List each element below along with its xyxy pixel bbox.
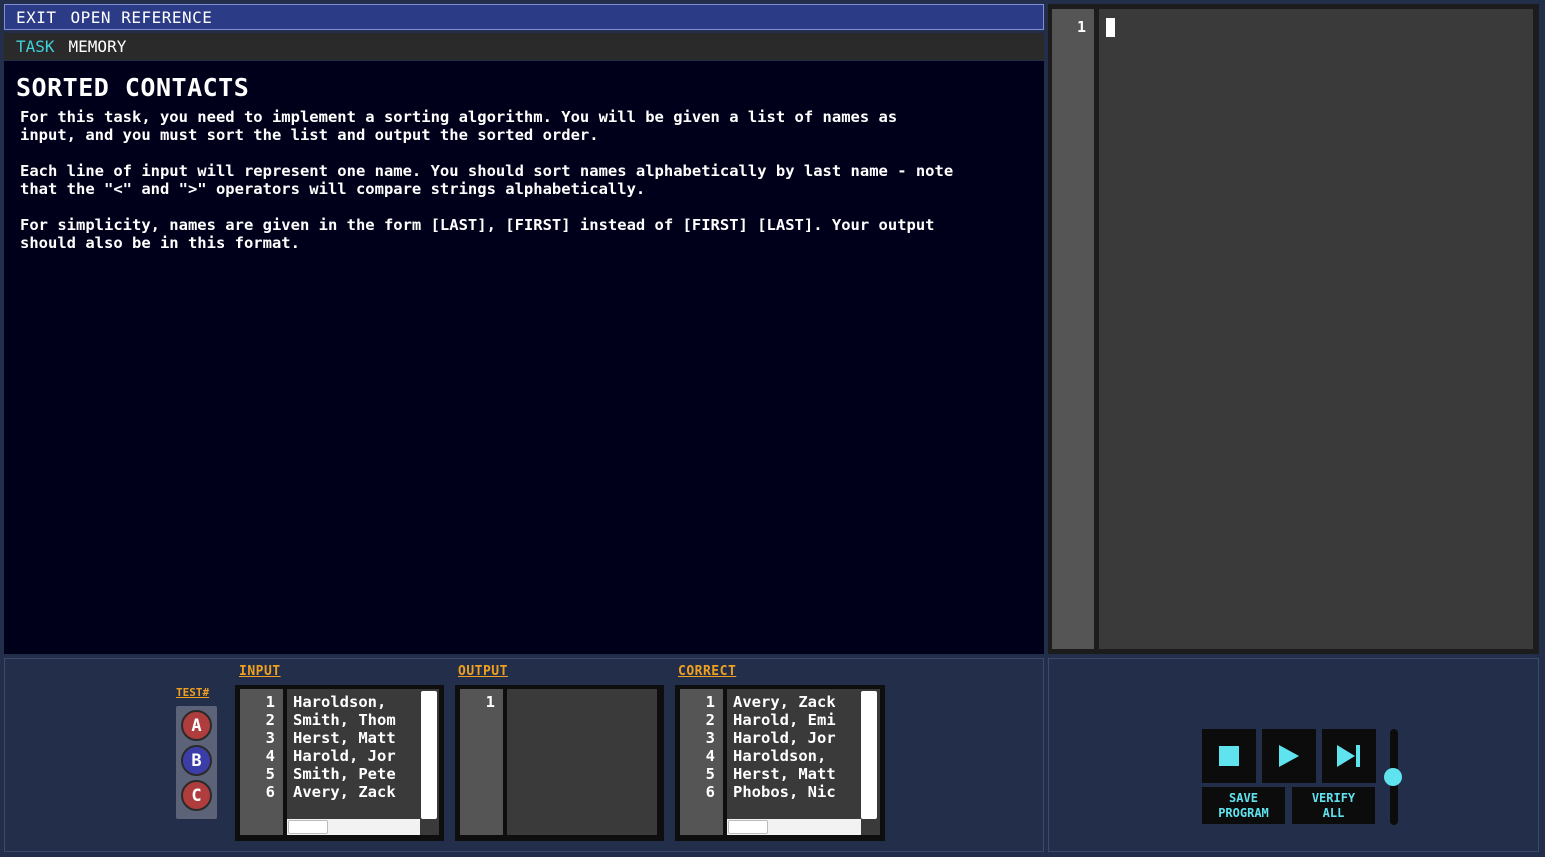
- list-item: Avery, Zack: [733, 693, 836, 711]
- list-item: Haroldson,: [293, 693, 387, 711]
- step-button[interactable]: [1322, 729, 1376, 783]
- input-line-number: 2: [265, 711, 275, 729]
- correct-line-number: 5: [705, 765, 715, 783]
- list-item: Haroldson,: [733, 747, 827, 765]
- output-line-gutter: 1: [460, 689, 503, 835]
- editor-line-gutter: 1: [1052, 9, 1094, 649]
- test-c-button[interactable]: C: [181, 780, 212, 811]
- input-horizontal-scroll-thumb[interactable]: [288, 820, 328, 834]
- controls-panel: SAVE PROGRAM VERIFY ALL: [1048, 658, 1539, 852]
- tab-task[interactable]: TASK: [16, 37, 55, 56]
- list-item: Herst, Matt: [733, 765, 836, 783]
- correct-line-number: 2: [705, 711, 715, 729]
- correct-label: CORRECT: [678, 664, 737, 679]
- list-item: Phobos, Nic: [733, 783, 836, 801]
- correct-viewer: 1 2 3 4 5 6 Avery, Zack Harold, Emi Haro…: [675, 685, 885, 841]
- play-icon: [1279, 745, 1299, 767]
- code-editor: 1: [1048, 4, 1539, 654]
- input-viewer: 1 2 3 4 5 6 Haroldson, Smith, Thom Herst…: [235, 685, 444, 841]
- input-label: INPUT: [239, 664, 281, 679]
- io-panel: TEST# A B C INPUT 1 2 3 4 5 6 Haroldson,…: [4, 658, 1044, 852]
- correct-line-number: 3: [705, 729, 715, 747]
- list-item: Smith, Thom: [293, 711, 396, 729]
- correct-list: Avery, Zack Harold, Emi Harold, Jor Haro…: [727, 689, 880, 835]
- tab-bar: TASK MEMORY: [4, 33, 1044, 60]
- run-button[interactable]: [1262, 729, 1316, 783]
- stop-icon: [1219, 746, 1239, 766]
- list-item: Harold, Jor: [293, 747, 396, 765]
- input-line-number: 6: [265, 783, 275, 801]
- test-number-label: TEST#: [176, 686, 210, 699]
- task-paragraph-2: Each line of input will represent one na…: [20, 162, 954, 198]
- input-vertical-scrollbar[interactable]: [421, 691, 437, 819]
- task-title: SORTED CONTACTS: [16, 73, 250, 102]
- verify-all-button[interactable]: VERIFY ALL: [1292, 787, 1375, 824]
- list-item: Harold, Jor: [733, 729, 836, 747]
- output-list: [507, 689, 657, 835]
- input-line-number: 4: [265, 747, 275, 765]
- task-paragraph-3: For simplicity, names are given in the f…: [20, 216, 935, 252]
- list-item: Smith, Pete: [293, 765, 396, 783]
- list-item: Harold, Emi: [733, 711, 836, 729]
- text-caret: [1106, 18, 1115, 37]
- input-line-number: 3: [265, 729, 275, 747]
- save-program-button[interactable]: SAVE PROGRAM: [1202, 787, 1285, 824]
- step-forward-icon: [1337, 745, 1360, 767]
- editor-line-number: 1: [1076, 18, 1086, 36]
- test-selector: A B C: [176, 706, 217, 819]
- list-item: Avery, Zack: [293, 783, 396, 801]
- correct-line-number: 6: [705, 783, 715, 801]
- list-item: Herst, Matt: [293, 729, 396, 747]
- speed-slider-knob[interactable]: [1384, 768, 1402, 786]
- output-label: OUTPUT: [458, 664, 508, 679]
- tab-memory[interactable]: MEMORY: [69, 37, 127, 56]
- task-paragraph-1: For this task, you need to implement a s…: [20, 108, 898, 144]
- correct-line-number: 4: [705, 747, 715, 765]
- input-list: Haroldson, Smith, Thom Herst, Matt Harol…: [287, 689, 439, 835]
- correct-line-number: 1: [705, 693, 715, 711]
- open-reference-menu-item[interactable]: OPEN REFERENCE: [71, 8, 213, 27]
- input-line-gutter: 1 2 3 4 5 6: [240, 689, 283, 835]
- input-line-number: 5: [265, 765, 275, 783]
- task-panel: SORTED CONTACTS For this task, you need …: [4, 61, 1044, 654]
- stop-button[interactable]: [1202, 729, 1256, 783]
- test-b-button[interactable]: B: [181, 745, 212, 776]
- test-a-button[interactable]: A: [181, 710, 212, 741]
- code-text-area[interactable]: [1099, 9, 1533, 649]
- output-viewer: 1: [455, 685, 664, 841]
- correct-line-gutter: 1 2 3 4 5 6: [680, 689, 723, 835]
- output-line-number: 1: [485, 693, 495, 711]
- correct-vertical-scrollbar[interactable]: [861, 691, 877, 819]
- input-line-number: 1: [265, 693, 275, 711]
- menu-bar: EXIT OPEN REFERENCE: [4, 4, 1044, 30]
- exit-menu-item[interactable]: EXIT: [16, 8, 57, 27]
- correct-horizontal-scroll-thumb[interactable]: [728, 820, 768, 834]
